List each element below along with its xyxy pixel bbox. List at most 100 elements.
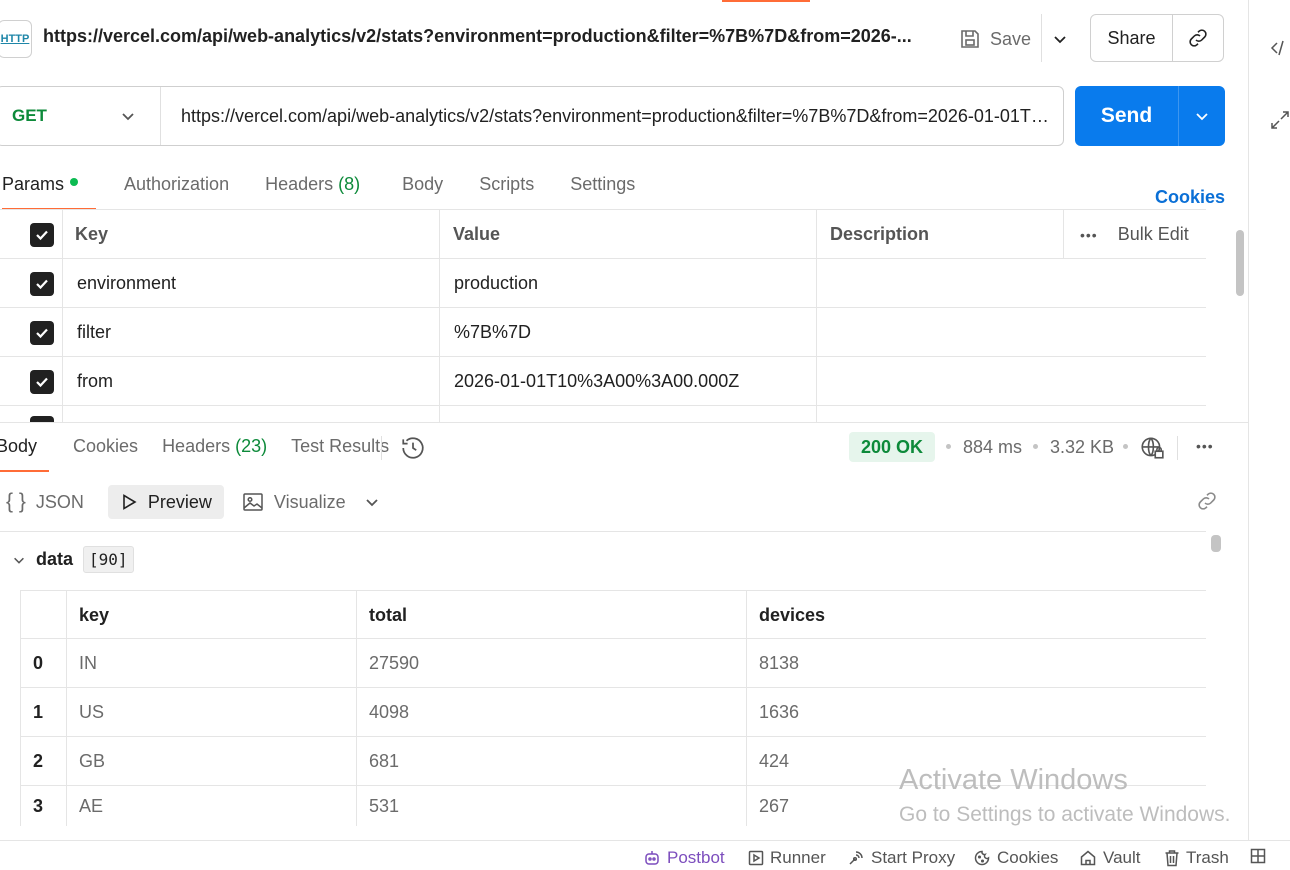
column-devices: devices bbox=[746, 591, 1206, 640]
response-tabs: Body Cookies Headers (23) Test Results bbox=[0, 436, 401, 472]
vault-button[interactable]: Vault bbox=[1079, 848, 1141, 868]
cell-total: 4098 bbox=[356, 688, 746, 737]
more-options-icon[interactable]: ••• bbox=[1196, 438, 1214, 454]
request-title[interactable]: https://vercel.com/api/web-analytics/v2/… bbox=[43, 26, 912, 47]
select-all-checkbox[interactable] bbox=[30, 222, 54, 247]
start-proxy-button[interactable]: Start Proxy bbox=[847, 848, 955, 868]
windows-activation-title: Activate Windows bbox=[899, 764, 1128, 796]
trash-button[interactable]: Trash bbox=[1164, 848, 1229, 868]
tab-authorization[interactable]: Authorization bbox=[96, 174, 247, 210]
separator-dot bbox=[1123, 444, 1128, 449]
runner-button[interactable]: Runner bbox=[748, 848, 826, 868]
param-description[interactable] bbox=[816, 308, 1206, 357]
tab-headers-label: Headers bbox=[265, 174, 334, 194]
param-checkbox[interactable] bbox=[30, 369, 54, 394]
tab-response-headers-label: Headers bbox=[162, 436, 231, 456]
bulk-edit-button[interactable]: Bulk Edit bbox=[1118, 224, 1189, 245]
layout-toggle-button[interactable] bbox=[1250, 848, 1266, 864]
braces-icon: { } bbox=[6, 490, 26, 513]
column-key: Key bbox=[62, 210, 439, 259]
save-button[interactable]: Save bbox=[958, 22, 1031, 56]
tab-headers-count: (8) bbox=[338, 174, 361, 194]
send-options-button[interactable] bbox=[1179, 86, 1225, 146]
bulk-edit-area: ••• Bulk Edit bbox=[1063, 210, 1206, 259]
row-index: 3 bbox=[20, 786, 66, 826]
method-select[interactable]: GET bbox=[0, 87, 161, 145]
tab-params[interactable]: Params bbox=[2, 174, 97, 210]
view-visualize-button[interactable]: Visualize bbox=[230, 485, 358, 519]
trash-icon bbox=[1165, 850, 1179, 867]
param-row-partial bbox=[0, 406, 1206, 422]
param-row: from 2026-01-01T10%3A00%3A00.000Z bbox=[0, 357, 1206, 406]
cookies-button[interactable]: Cookies bbox=[973, 848, 1058, 868]
expand-icon[interactable] bbox=[1270, 110, 1290, 135]
param-value[interactable]: 2026-01-01T10%3A00%3A00.000Z bbox=[439, 357, 816, 406]
params-scrollbar[interactable] bbox=[1236, 230, 1244, 296]
param-checkbox[interactable] bbox=[30, 320, 54, 345]
network-globe-icon[interactable] bbox=[1139, 435, 1165, 466]
tab-body[interactable]: Body bbox=[378, 174, 461, 210]
save-options-button[interactable] bbox=[1046, 22, 1074, 56]
postbot-icon bbox=[645, 851, 659, 865]
more-options-icon[interactable]: ••• bbox=[1080, 227, 1098, 243]
param-value[interactable]: %7B%7D bbox=[439, 308, 816, 357]
cookies-label: Cookies bbox=[997, 848, 1059, 867]
tab-headers[interactable]: Headers (8) bbox=[247, 174, 378, 210]
send-button[interactable]: Send bbox=[1075, 86, 1179, 146]
response-scrollbar[interactable] bbox=[1211, 535, 1221, 552]
share-button[interactable]: Share bbox=[1091, 15, 1173, 61]
url-bar: GET https://vercel.com/api/web-analytics… bbox=[0, 86, 1064, 146]
cell-key: AE bbox=[66, 786, 356, 826]
chevron-down-icon bbox=[1054, 36, 1066, 44]
param-description[interactable] bbox=[816, 259, 1206, 308]
cookies-link[interactable]: Cookies bbox=[1155, 187, 1225, 208]
runner-icon bbox=[748, 850, 764, 866]
view-options-button[interactable] bbox=[364, 494, 380, 510]
view-json-label: JSON bbox=[35, 491, 84, 512]
postbot-button[interactable]: Postbot bbox=[643, 848, 725, 868]
response-divider bbox=[0, 422, 1248, 423]
column-total: total bbox=[356, 591, 746, 640]
vault-label: Vault bbox=[1103, 848, 1141, 867]
column-value: Value bbox=[439, 210, 816, 259]
cell-key: IN bbox=[66, 639, 356, 688]
view-json-button[interactable]: { } JSON bbox=[4, 485, 96, 519]
windows-activation-subtitle: Go to Settings to activate Windows. bbox=[899, 803, 1231, 826]
param-checkbox[interactable] bbox=[30, 271, 54, 296]
tab-response-cookies[interactable]: Cookies bbox=[49, 436, 150, 472]
tab-response-headers[interactable]: Headers (23) bbox=[150, 436, 279, 472]
play-icon bbox=[123, 494, 137, 510]
tab-test-results[interactable]: Test Results bbox=[279, 436, 401, 472]
tab-response-body[interactable]: Body bbox=[0, 436, 50, 472]
share-group: Share bbox=[1090, 14, 1224, 62]
data-tree-node[interactable]: data [90] bbox=[12, 546, 134, 573]
link-icon[interactable] bbox=[1195, 489, 1219, 518]
url-input[interactable]: https://vercel.com/api/web-analytics/v2/… bbox=[161, 106, 1051, 127]
row-index: 0 bbox=[20, 639, 66, 688]
params-header-row: Key Value Description ••• Bulk Edit bbox=[0, 210, 1206, 259]
param-row: environment production bbox=[0, 259, 1206, 308]
param-description[interactable] bbox=[816, 357, 1206, 406]
view-preview-button[interactable]: Preview bbox=[107, 485, 224, 519]
param-key[interactable]: environment bbox=[62, 259, 439, 308]
code-icon[interactable] bbox=[1270, 38, 1290, 63]
save-icon bbox=[961, 30, 979, 48]
param-key[interactable]: filter bbox=[62, 308, 439, 357]
save-label: Save bbox=[990, 28, 1032, 49]
param-value[interactable]: production bbox=[439, 259, 816, 308]
tab-settings[interactable]: Settings bbox=[552, 174, 653, 210]
tab-response-headers-count: (23) bbox=[235, 436, 268, 456]
copy-link-button[interactable] bbox=[1173, 15, 1223, 61]
cookie-icon bbox=[974, 850, 990, 866]
param-key[interactable]: from bbox=[62, 357, 439, 406]
column-key: key bbox=[66, 591, 356, 640]
tab-scripts[interactable]: Scripts bbox=[461, 174, 552, 210]
response-time: 884 ms bbox=[963, 437, 1023, 457]
view-preview-label: Preview bbox=[147, 491, 212, 512]
history-icon[interactable] bbox=[400, 435, 426, 466]
cell-devices: 8138 bbox=[746, 639, 1206, 688]
cell-total: 27590 bbox=[356, 639, 746, 688]
row-index: 1 bbox=[20, 688, 66, 737]
chevron-down-icon bbox=[366, 499, 378, 507]
table-header-row: key total devices bbox=[20, 590, 1206, 640]
